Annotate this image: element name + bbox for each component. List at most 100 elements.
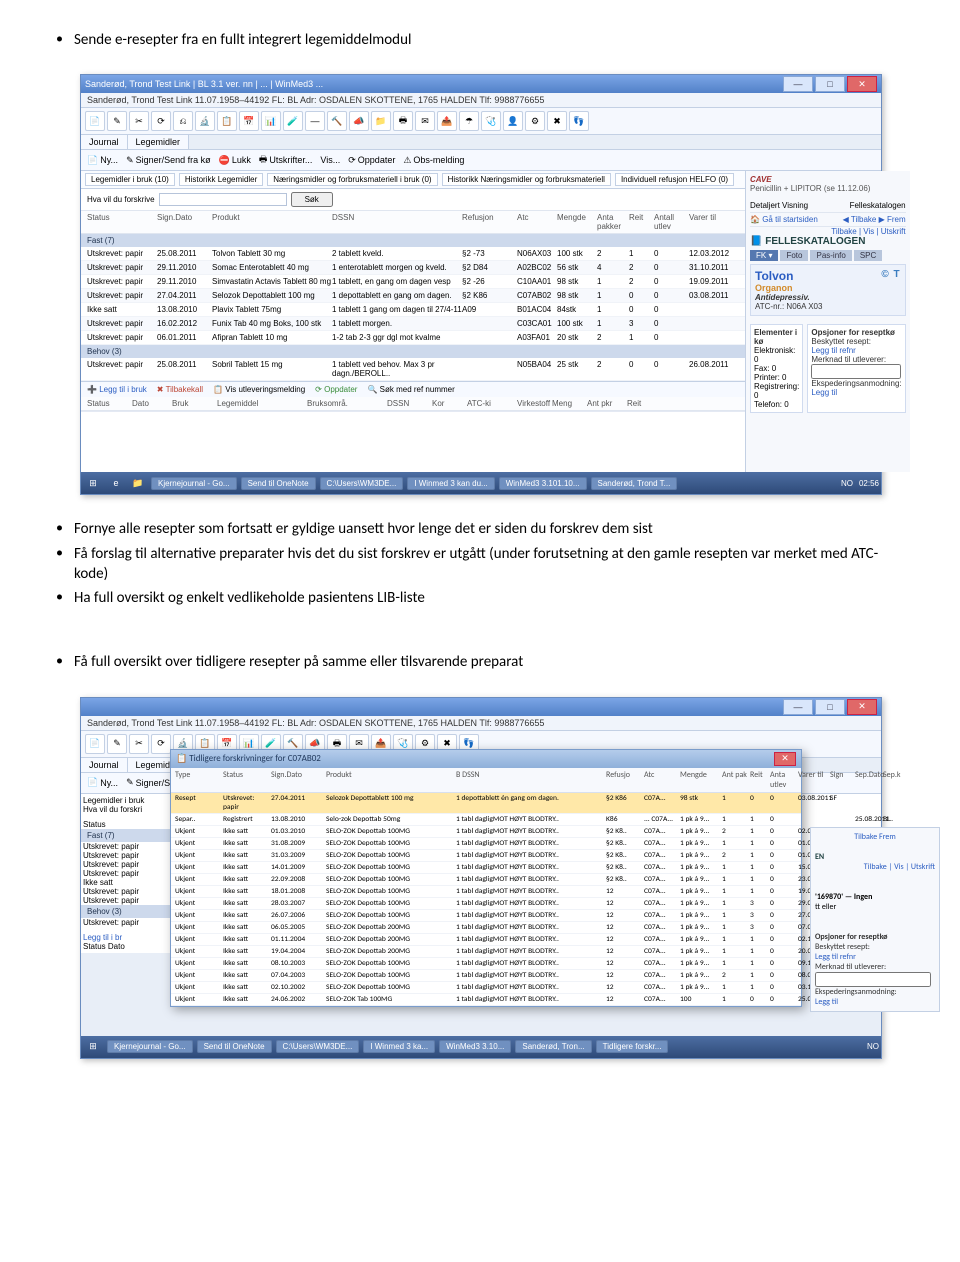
vis-button[interactable]: Vis...: [320, 155, 340, 165]
table-row[interactable]: Utskrevet: papir29.11.2010Somac Enterota…: [81, 261, 745, 275]
toolbar-icon[interactable]: ⎌: [173, 111, 193, 131]
toolbar-icon[interactable]: ✎: [107, 111, 127, 131]
table-row[interactable]: Utskrevet: papir16.02.2012Funix Tab 40 m…: [81, 317, 745, 331]
tray-lang[interactable]: NO: [841, 479, 853, 488]
close-icon[interactable]: ✕: [847, 76, 877, 92]
toolbar-icon[interactable]: ✂: [129, 734, 149, 754]
taskbar-item[interactable]: Sanderød, Trond T...: [591, 477, 678, 490]
new-button[interactable]: 📄 Ny...: [87, 155, 118, 166]
vis-utlev-button[interactable]: 📋 Vis utleveringsmelding: [213, 385, 305, 394]
legg-til-link[interactable]: Legg til: [815, 997, 935, 1007]
toolbar-icon[interactable]: 🧪: [283, 111, 303, 131]
utskrifter-button[interactable]: 🖶 Utskrifter...: [259, 152, 313, 168]
legg-refnr-link[interactable]: Legg til refnr: [815, 952, 935, 962]
table-row[interactable]: Utskrevet: papir27.04.2011Selozok Depott…: [81, 289, 745, 303]
table-row[interactable]: Ikke satt13.08.2010Plavix Tablett 75mg1 …: [81, 303, 745, 317]
toolbar-icon[interactable]: ✉: [415, 111, 435, 131]
subtab[interactable]: Næringsmidler og forbruksmateriell i bru…: [267, 173, 437, 186]
toolbar-icon[interactable]: ✖: [547, 111, 567, 131]
legg-til-button[interactable]: ➕ Legg til i bruk: [87, 385, 147, 394]
tab-journal[interactable]: Journal: [81, 758, 128, 772]
oppdater-button[interactable]: ⟳ Oppdater: [348, 155, 395, 166]
table-row[interactable]: UkjentIkke satt26.07.2006SELO-ZOK Depott…: [171, 910, 801, 922]
taskbar-item[interactable]: Send til OneNote: [241, 477, 316, 490]
nav-tilbake[interactable]: ◀ Tilbake: [843, 215, 877, 224]
taskbar-item[interactable]: C:\Users\WM3DE...: [320, 477, 404, 490]
toolbar-icon[interactable]: ⟳: [151, 734, 171, 754]
taskbar-item[interactable]: Send til OneNote: [197, 1040, 272, 1053]
taskbar-item[interactable]: Kjernejournal - Go...: [107, 1040, 193, 1053]
subtab[interactable]: Historikk Næringsmidler og forbruksmater…: [442, 173, 611, 186]
search-button[interactable]: Søk: [291, 192, 333, 207]
start-button[interactable]: ⊞: [83, 473, 103, 493]
merknad-input[interactable]: [811, 364, 900, 379]
toolbar-icon[interactable]: 🖶: [393, 111, 413, 131]
taskbar-item[interactable]: C:\Users\WM3DE...: [276, 1040, 360, 1053]
taskbar-item[interactable]: I Winmed 3 ka...: [363, 1040, 435, 1053]
table-row[interactable]: UkjentIkke satt14.01.2009SELO-ZOK Depott…: [171, 862, 801, 874]
fk-tab[interactable]: Foto: [780, 250, 808, 261]
table-row[interactable]: UkjentIkke satt07.04.2003SELO-ZOK Depott…: [171, 970, 801, 982]
toolbar-icon[interactable]: ☂: [459, 111, 479, 131]
subtab[interactable]: Historikk Legemidler: [179, 173, 263, 186]
taskbar-item[interactable]: Tidligere forskr...: [596, 1040, 669, 1053]
fk-tab[interactable]: FK ▾: [750, 250, 778, 261]
toolbar-icon[interactable]: ⚙: [525, 111, 545, 131]
section-fast[interactable]: Fast (7): [81, 234, 745, 247]
table-row[interactable]: UkjentIkke satt19.04.2004SELO-ZOK Depott…: [171, 946, 801, 958]
signer-button[interactable]: ✎ Signer/Send fra kø: [126, 155, 211, 166]
table-row[interactable]: UkjentIkke satt31.03.2009SELO-ZOK Depott…: [171, 850, 801, 862]
toolbar-icon[interactable]: 📣: [349, 111, 369, 131]
oppdater-button[interactable]: ⟳ Oppdater: [315, 385, 357, 394]
section-behov[interactable]: Behov (3): [81, 345, 745, 358]
new-button[interactable]: 📄 Ny...: [87, 777, 118, 788]
table-row[interactable]: Utskrevet: papir25.08.2011Sobril Tablett…: [81, 358, 745, 381]
subtab[interactable]: Individuell refusjon HELFO (0): [615, 173, 734, 186]
minimize-icon[interactable]: —: [783, 699, 813, 715]
explorer-icon[interactable]: 📁: [129, 474, 147, 492]
table-row[interactable]: UkjentIkke satt18.01.2008SELO-ZOK Depott…: [171, 886, 801, 898]
tab-felleskatalogen[interactable]: Felleskatalogen: [850, 201, 906, 210]
toolbar-icon[interactable]: 🔨: [327, 111, 347, 131]
nav-startsiden[interactable]: 🏠 Gå til startsiden: [750, 215, 818, 224]
popup-close-icon[interactable]: ✕: [774, 752, 796, 766]
toolbar-icon[interactable]: 📋: [217, 111, 237, 131]
nav-frem[interactable]: ▶ Frem: [879, 215, 906, 224]
lukk-button[interactable]: ⛔ Lukk: [219, 155, 251, 166]
toolbar-icon[interactable]: ⟳: [151, 111, 171, 131]
fk-tab[interactable]: SPC: [854, 250, 882, 261]
toolbar-icon[interactable]: 📄: [85, 734, 105, 754]
taskbar-item[interactable]: Kjernejournal - Go...: [151, 477, 237, 490]
toolbar-icon[interactable]: 🔬: [195, 111, 215, 131]
table-row[interactable]: UkjentIkke satt28.03.2007SELO-ZOK Depott…: [171, 898, 801, 910]
table-row[interactable]: UkjentIkke satt02.10.2002SELO-ZOK Depott…: [171, 982, 801, 994]
table-row[interactable]: UkjentIkke satt01.03.2010SELO-ZOK Depott…: [171, 826, 801, 838]
toolbar-icon[interactable]: 📅: [239, 111, 259, 131]
table-row[interactable]: UkjentIkke satt08.10.2003SELO-ZOK Depott…: [171, 958, 801, 970]
toolbar-icon[interactable]: 🩺: [481, 111, 501, 131]
table-row[interactable]: Utskrevet: papir29.11.2010Simvastatin Ac…: [81, 275, 745, 289]
minimize-icon[interactable]: —: [783, 76, 813, 92]
toolbar-icon[interactable]: ✂: [129, 111, 149, 131]
link-tvu[interactable]: Tilbake | Vis | Utskrift: [750, 227, 906, 236]
toolbar-icon[interactable]: 📊: [261, 111, 281, 131]
taskbar-item[interactable]: WinMed3 3.10...: [439, 1040, 511, 1053]
tab-journal[interactable]: Journal: [81, 135, 128, 149]
table-row[interactable]: UkjentIkke satt31.08.2009SELO-ZOK Depott…: [171, 838, 801, 850]
tilbakekall-button[interactable]: ✖ Tilbakekall: [157, 385, 203, 394]
taskbar-item[interactable]: I Winmed 3 kan du...: [407, 477, 494, 490]
table-row[interactable]: UkjentIkke satt01.11.2004SELO-ZOK Depott…: [171, 934, 801, 946]
toolbar-icon[interactable]: 📤: [437, 111, 457, 131]
tab-legemidler[interactable]: Legemidler: [128, 135, 190, 149]
legg-til-link[interactable]: Legg til: [811, 388, 901, 397]
table-row[interactable]: Utskrevet: papir06.01.2011Afipran Tablet…: [81, 331, 745, 345]
tray-lang[interactable]: NO: [867, 1042, 879, 1051]
toolbar-icon[interactable]: —: [305, 111, 325, 131]
obs-button[interactable]: ⚠ Obs-melding: [403, 155, 464, 166]
search-input[interactable]: [159, 193, 287, 206]
close-icon[interactable]: ✕: [847, 699, 877, 715]
table-row[interactable]: ReseptUtskrevet: papir27.04.2011Selozok …: [171, 793, 801, 814]
legg-refnr-link[interactable]: Legg til refnr: [811, 346, 901, 355]
taskbar-item[interactable]: Sanderød, Tron...: [515, 1040, 591, 1053]
toolbar-icon[interactable]: ✎: [107, 734, 127, 754]
